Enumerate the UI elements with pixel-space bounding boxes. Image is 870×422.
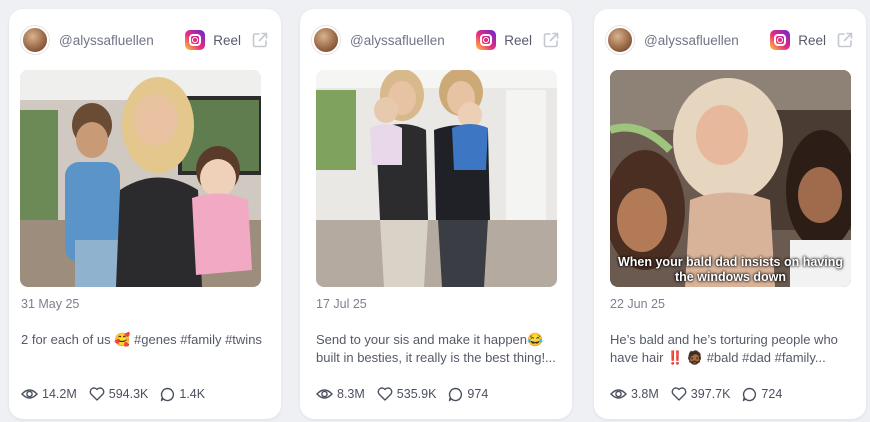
card-header: @alyssafluellen Reel xyxy=(606,25,854,55)
post-stats: 14.2M 594.3K 1.4K xyxy=(21,385,217,403)
comments-stat: 1.4K xyxy=(160,387,205,402)
likes-stat: 535.9K xyxy=(377,387,437,401)
likes-stat: 594.3K xyxy=(89,387,149,401)
likes-count: 535.9K xyxy=(396,387,437,401)
heart-icon xyxy=(377,387,393,401)
views-count: 3.8M xyxy=(631,387,659,401)
eye-icon xyxy=(21,389,38,399)
heart-icon xyxy=(89,387,105,401)
post-description: Send to your sis and make it happen😂 bui… xyxy=(316,332,556,365)
post-thumbnail[interactable]: When your bald dad insists on having the… xyxy=(610,70,851,287)
views-stat: 3.8M xyxy=(610,387,659,401)
likes-count: 397.7K xyxy=(690,387,731,401)
comments-count: 724 xyxy=(761,387,783,401)
instagram-icon xyxy=(476,30,497,50)
instagram-icon xyxy=(770,30,791,50)
views-stat: 14.2M xyxy=(21,387,77,401)
post-date: 31 May 25 xyxy=(21,297,80,311)
post-description: He’s bald and he’s torturing people who … xyxy=(610,332,838,365)
heart-icon xyxy=(671,387,687,401)
post-card[interactable]: @alyssafluellen Reel 31 May 25 2 for eac… xyxy=(9,9,281,419)
post-stats: 3.8M 397.7K 724 xyxy=(610,385,794,403)
views-count: 8.3M xyxy=(337,387,365,401)
views-count: 14.2M xyxy=(42,387,77,401)
comments-stat: 974 xyxy=(448,387,488,402)
post-type-label: Reel xyxy=(213,32,241,48)
instagram-icon xyxy=(185,30,206,50)
post-description: 2 for each of us 🥰 #genes #family #twins xyxy=(21,332,262,347)
post-type-label: Reel xyxy=(798,32,826,48)
account-handle[interactable]: @alyssafluellen xyxy=(59,33,154,48)
post-date: 22 Jun 25 xyxy=(610,297,665,311)
avatar[interactable] xyxy=(21,26,49,54)
comments-stat: 724 xyxy=(742,387,782,402)
comments-count: 974 xyxy=(467,387,489,401)
card-header: @alyssafluellen Reel xyxy=(21,25,269,55)
eye-icon xyxy=(610,389,627,399)
account-handle[interactable]: @alyssafluellen xyxy=(350,33,445,48)
account-handle[interactable]: @alyssafluellen xyxy=(644,33,739,48)
post-date: 17 Jul 25 xyxy=(316,297,367,311)
post-card[interactable]: @alyssafluellen Reel 17 Jul 25 Send to y… xyxy=(300,9,572,419)
post-type-label: Reel xyxy=(504,32,532,48)
likes-stat: 397.7K xyxy=(671,387,731,401)
comments-count: 1.4K xyxy=(179,387,206,401)
views-stat: 8.3M xyxy=(316,387,365,401)
external-link-icon[interactable] xyxy=(251,31,269,49)
external-link-icon[interactable] xyxy=(542,31,560,49)
external-link-icon[interactable] xyxy=(836,31,854,49)
card-header: @alyssafluellen Reel xyxy=(312,25,560,55)
avatar[interactable] xyxy=(606,26,634,54)
likes-count: 594.3K xyxy=(108,387,149,401)
comment-icon xyxy=(743,387,757,401)
post-card[interactable]: @alyssafluellen Reel When your bald dad … xyxy=(594,9,866,419)
post-stats: 8.3M 535.9K 974 xyxy=(316,385,500,403)
post-thumbnail[interactable] xyxy=(20,70,261,287)
comment-icon xyxy=(161,387,175,401)
comment-icon xyxy=(449,387,463,401)
post-thumbnail[interactable] xyxy=(316,70,557,287)
video-overlay-text: When your bald dad insists on having the… xyxy=(617,255,844,284)
avatar[interactable] xyxy=(312,26,340,54)
eye-icon xyxy=(316,389,333,399)
